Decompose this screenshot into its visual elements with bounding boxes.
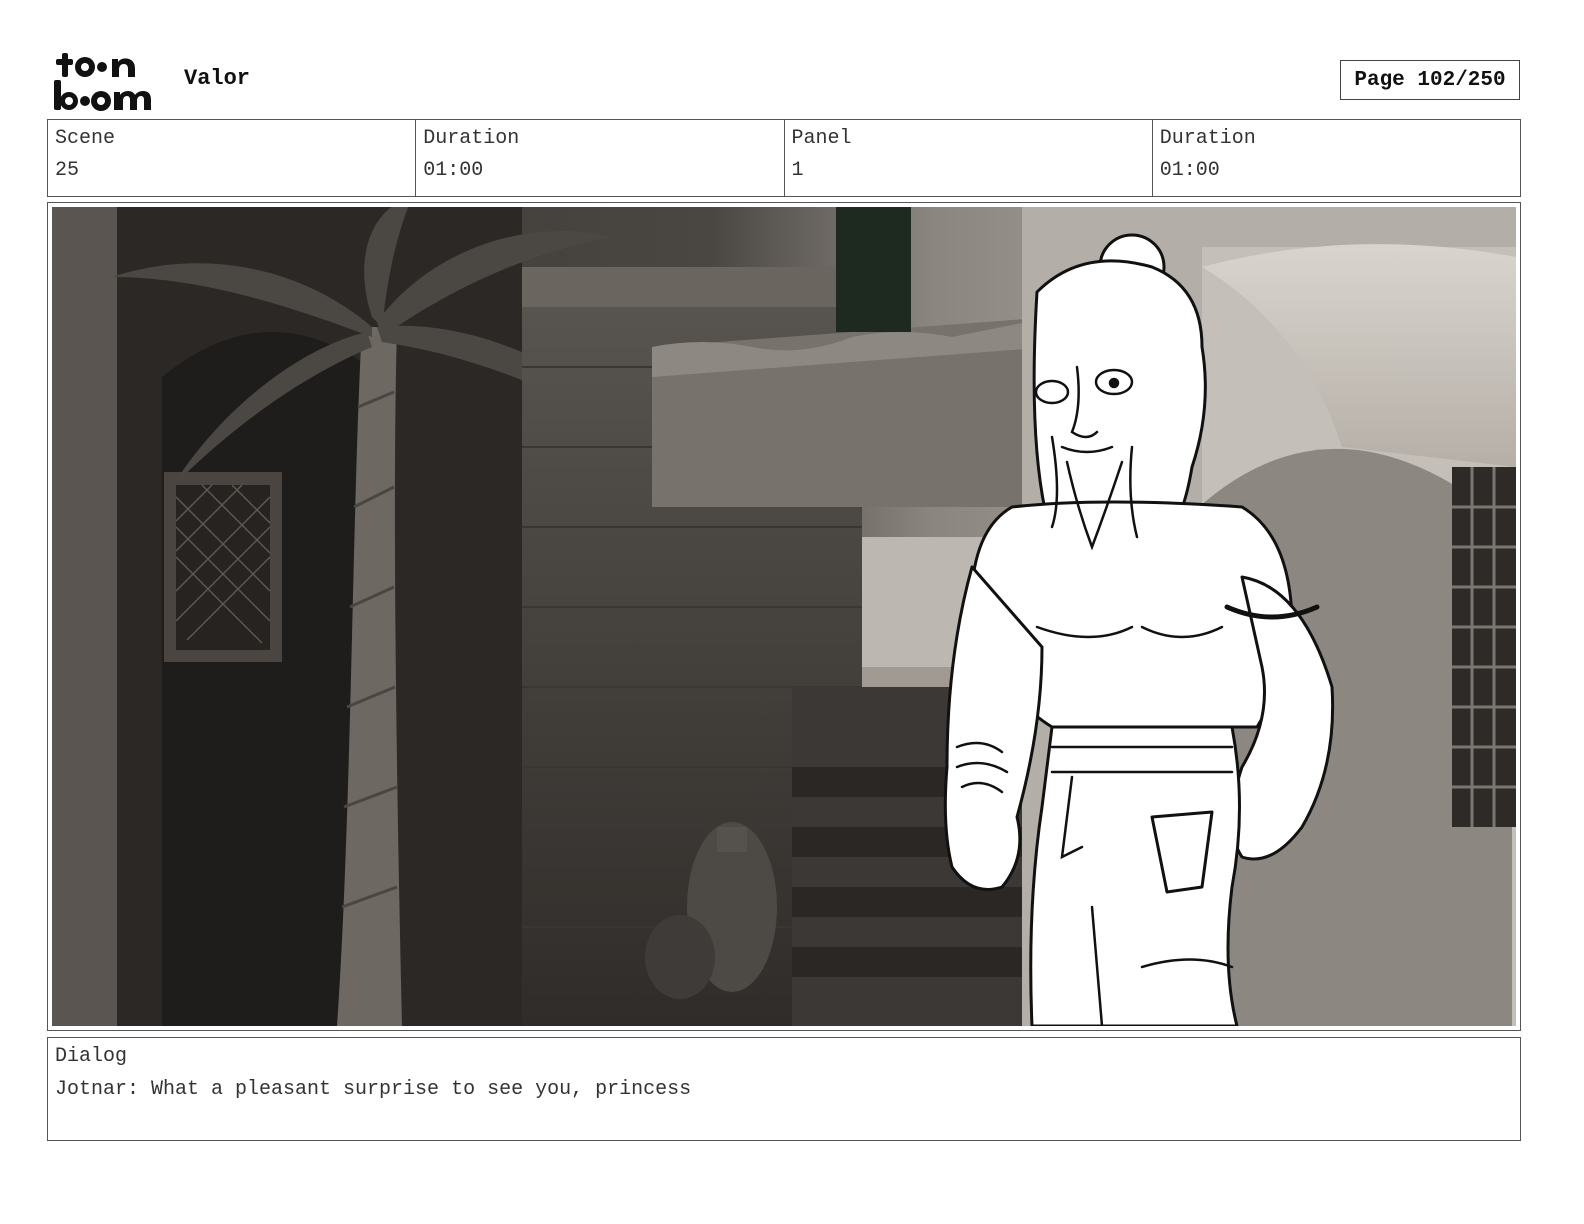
panel-cell: Panel 1 xyxy=(783,120,1152,196)
panel-duration-value: 01:00 xyxy=(1159,159,1220,182)
storyboard-panel xyxy=(47,202,1521,1031)
scene-label: Scene xyxy=(55,127,116,150)
page-indicator: Page 102/250 xyxy=(1340,60,1520,100)
panel-value: 1 xyxy=(791,159,804,182)
scene-info-table: Scene 25 Duration 01:00 Panel 1 Duration… xyxy=(47,119,1521,197)
scene-duration-cell: Duration 01:00 xyxy=(415,120,783,196)
storyboard-panel-image xyxy=(52,207,1516,1026)
panel-label: Panel xyxy=(791,127,852,150)
dialog-label: Dialog xyxy=(55,1045,128,1068)
toonboom-logo xyxy=(54,53,151,111)
scene-cell: Scene 25 xyxy=(48,120,415,196)
scene-duration-label: Duration xyxy=(423,127,520,150)
dialog-text: Jotnar: What a pleasant surprise to see … xyxy=(55,1078,692,1101)
project-title: Valor xyxy=(184,66,251,91)
panel-duration-label: Duration xyxy=(1159,127,1256,150)
dialog-section: Dialog Jotnar: What a pleasant surprise … xyxy=(47,1037,1521,1141)
scene-value: 25 xyxy=(55,159,80,182)
scene-duration-value: 01:00 xyxy=(423,159,484,182)
panel-duration-cell: Duration 01:00 xyxy=(1151,120,1520,196)
